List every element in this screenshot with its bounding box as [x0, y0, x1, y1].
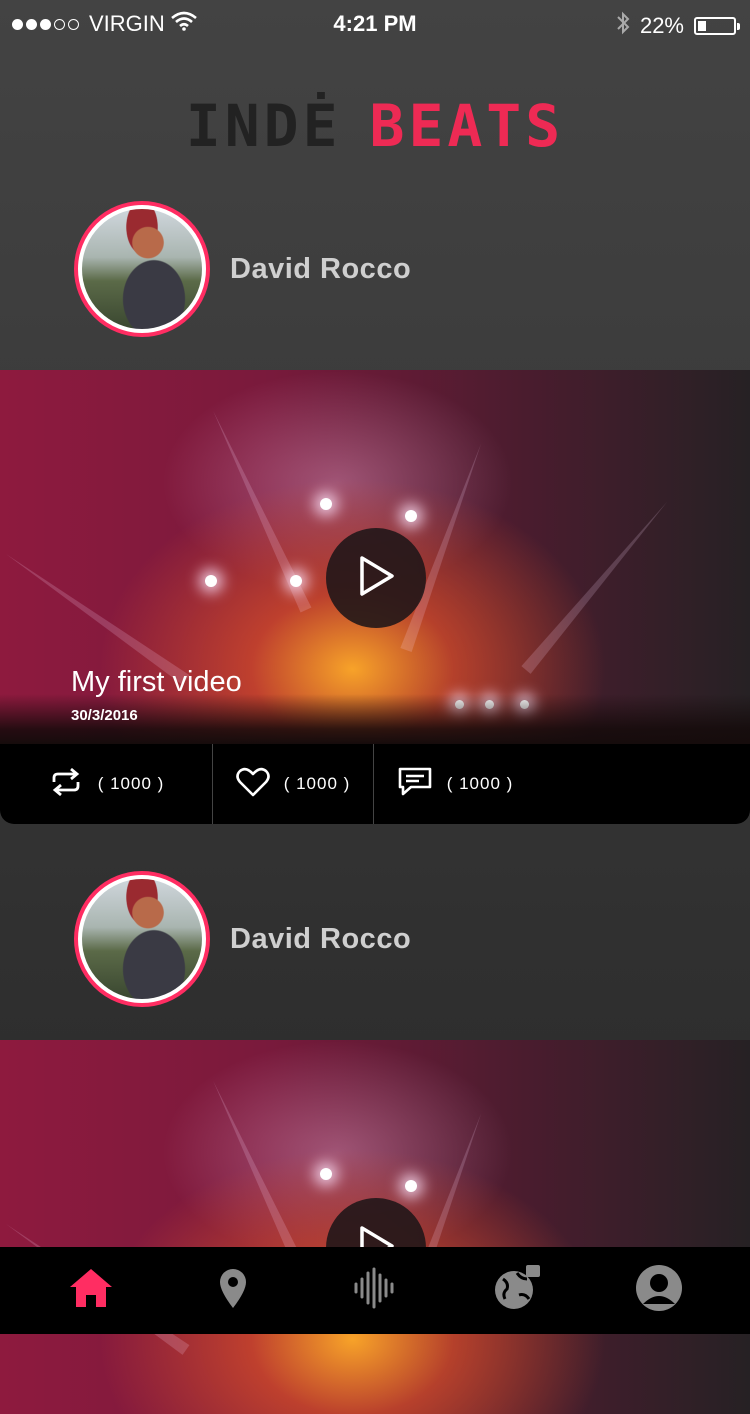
video-thumbnail[interactable]: My first video 30/3/2016	[0, 370, 750, 744]
logo-text-beats: BEATS	[369, 92, 565, 160]
location-pin-icon	[217, 1267, 249, 1314]
profile-icon	[635, 1264, 683, 1317]
audio-waveform-icon	[353, 1267, 397, 1314]
video-date: 30/3/2016	[71, 707, 138, 724]
logo-text-inde: INDĖ	[185, 92, 342, 160]
home-icon	[68, 1267, 114, 1314]
author-name[interactable]: David Rocco	[230, 923, 411, 956]
bluetooth-icon	[616, 11, 630, 41]
repost-button[interactable]: ( 1000 )	[0, 744, 212, 824]
bottom-tab-bar	[0, 1247, 750, 1334]
avatar[interactable]	[74, 871, 210, 1007]
comment-icon	[397, 766, 433, 803]
repost-count: ( 1000 )	[97, 774, 165, 793]
video-actions-bar: ( 1000 ) ( 1000 ) ( 1000 )	[0, 744, 750, 824]
comment-count: ( 1000 )	[446, 774, 514, 793]
video-title: My first video	[71, 666, 242, 698]
tab-home[interactable]	[61, 1261, 121, 1321]
post-author[interactable]: David Rocco	[74, 871, 411, 1007]
author-name[interactable]: David Rocco	[230, 253, 411, 286]
tab-location[interactable]	[203, 1261, 263, 1321]
post-author[interactable]: David Rocco	[74, 201, 411, 337]
tab-profile[interactable]	[629, 1261, 689, 1321]
play-button[interactable]	[326, 528, 426, 628]
tab-audio[interactable]	[345, 1261, 405, 1321]
like-count: ( 1000 )	[283, 774, 351, 793]
heart-icon	[235, 767, 270, 802]
battery-percentage: 22%	[639, 13, 684, 38]
app-logo: INDĖ BEATS	[0, 92, 750, 160]
repost-icon	[48, 767, 84, 801]
video-card	[0, 1040, 750, 1414]
status-bar: VIRGIN 4:21 PM 22%	[0, 0, 750, 48]
tab-explore[interactable]	[487, 1261, 547, 1321]
comment-button[interactable]: ( 1000 )	[374, 744, 536, 824]
like-button[interactable]: ( 1000 )	[212, 744, 374, 824]
globe-icon	[493, 1265, 541, 1316]
battery-icon	[694, 17, 740, 35]
avatar[interactable]	[74, 201, 210, 337]
video-thumbnail[interactable]	[0, 1040, 750, 1414]
play-icon	[356, 554, 396, 603]
video-card: My first video 30/3/2016 ( 1000 ) ( 1000…	[0, 370, 750, 824]
